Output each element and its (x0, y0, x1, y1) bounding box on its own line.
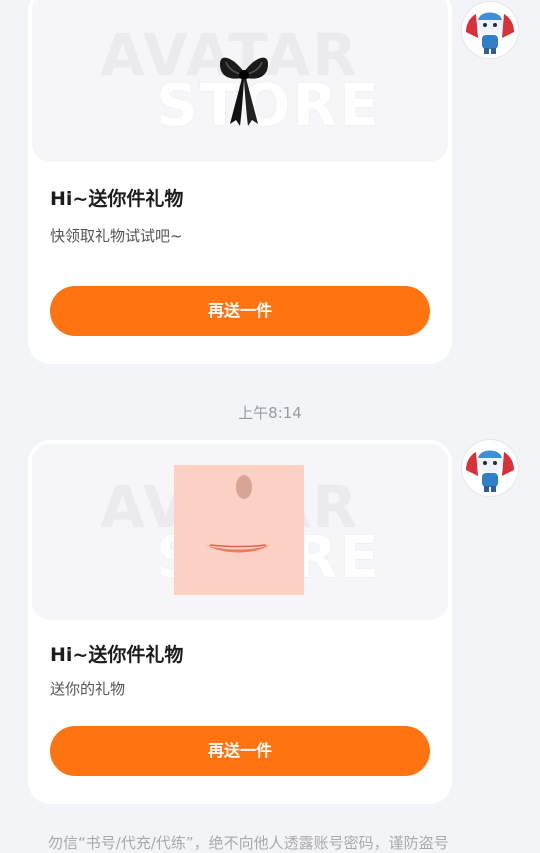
gift-card[interactable]: AVATAR STORE Hi~送你件礼物 快领取礼物试试吧~ 再送一件 (28, 0, 452, 364)
robot-mascot-icon (462, 440, 518, 496)
send-another-button[interactable]: 再送一件 (50, 726, 430, 776)
gift-description: 送你的礼物 (50, 680, 126, 698)
avatar[interactable] (462, 440, 518, 496)
gift-banner: AVATAR STORE (32, 0, 448, 162)
bow-icon (220, 57, 268, 126)
gift-description: 快领取礼物试试吧~ (50, 227, 183, 245)
avatar[interactable] (462, 2, 518, 58)
message-timestamp: 上午8:14 (238, 404, 302, 422)
security-notice: 勿信“书号/代充/代练”，绝不向他人透露账号密码，谨防盗号 (48, 834, 449, 852)
face-mouth-icon (174, 465, 304, 595)
robot-mascot-icon (462, 2, 518, 58)
send-another-button[interactable]: 再送一件 (50, 286, 430, 336)
gift-banner: AVATAR STORE (32, 444, 448, 620)
gift-card[interactable]: AVATAR STORE Hi~送你件礼物 送你的礼物 再送一件 (28, 440, 452, 804)
gift-title: Hi~送你件礼物 (50, 188, 184, 210)
gift-title: Hi~送你件礼物 (50, 644, 184, 666)
